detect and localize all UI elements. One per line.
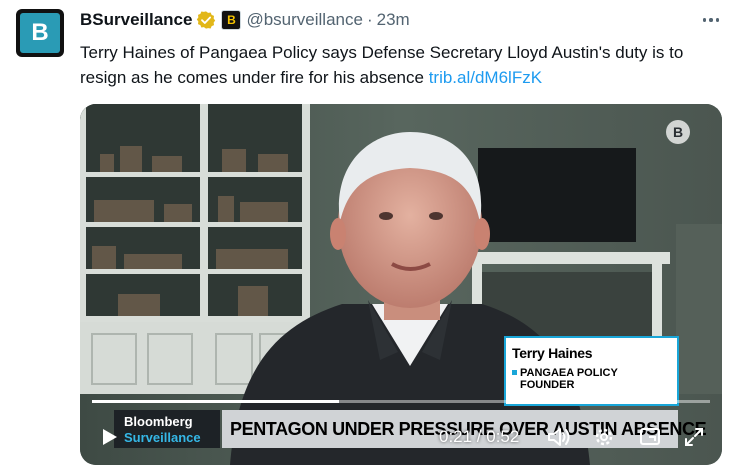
avatar-letter: B [20,13,60,53]
timecode: 0:21 / 0:52 [439,427,520,446]
video-player[interactable]: B Terry Haines PANGAEA POLICY FOUNDER Bl… [80,104,722,465]
speaker-title-line1: PANGAEA POLICY [520,367,618,379]
more-icon[interactable] [699,10,723,30]
affiliate-badge-letter: B [227,13,236,27]
tweet-link[interactable]: trib.al/dM6lFzK [429,68,542,87]
fullscreen-icon[interactable] [682,425,706,449]
bloomberg-watermark: B [666,120,690,144]
timestamp[interactable]: 23m [377,10,410,30]
progress-fill [92,400,340,403]
separator-dot: · [366,10,373,29]
lower-third: Terry Haines PANGAEA POLICY FOUNDER [504,336,679,406]
settings-icon[interactable] [592,425,616,449]
affiliate-badge[interactable]: B [221,10,242,30]
show-brand: Bloomberg Surveillance [114,410,220,448]
tweet-body: Terry Haines of Pangaea Policy says Defe… [80,43,684,87]
play-icon[interactable] [98,426,120,448]
bullet-square [512,370,517,375]
verified-badge-icon[interactable] [196,10,216,30]
show-brand-line1: Bloomberg [124,414,193,429]
speaker-name: Terry Haines [512,345,593,361]
handle[interactable]: @bsurveillance [246,10,362,30]
tweet-header: BSurveillance B @bsurveillance · 23m [80,9,410,31]
show-brand-line2: Surveillance [124,430,201,445]
speaker-title-line2: FOUNDER [520,379,575,391]
tweet-text: Terry Haines of Pangaea Policy says Defe… [80,40,720,90]
tweet: B BSurveillance B @bsurveillance · 23m T… [0,0,740,473]
avatar[interactable]: B [16,9,64,57]
progress-bar[interactable] [92,400,710,403]
volume-icon[interactable] [546,425,572,449]
pip-icon[interactable] [638,425,662,449]
display-name[interactable]: BSurveillance [80,10,192,30]
